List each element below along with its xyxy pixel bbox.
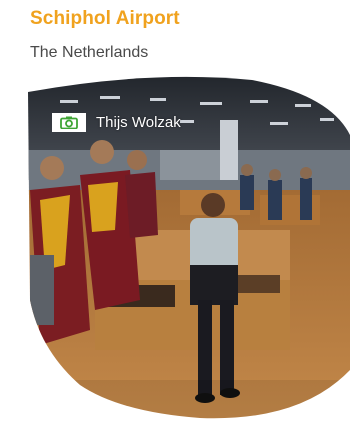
camera-icon	[52, 112, 86, 132]
photo-credit: Thijs Wolzak	[52, 110, 181, 134]
country-subtitle: The Netherlands	[30, 44, 149, 61]
photo-credit-name: Thijs Wolzak	[96, 113, 181, 131]
airport-photo	[28, 76, 350, 419]
page-title: Schiphol Airport	[30, 8, 180, 29]
location-card: Schiphol Airport The Netherlands Thijs W…	[0, 0, 350, 422]
